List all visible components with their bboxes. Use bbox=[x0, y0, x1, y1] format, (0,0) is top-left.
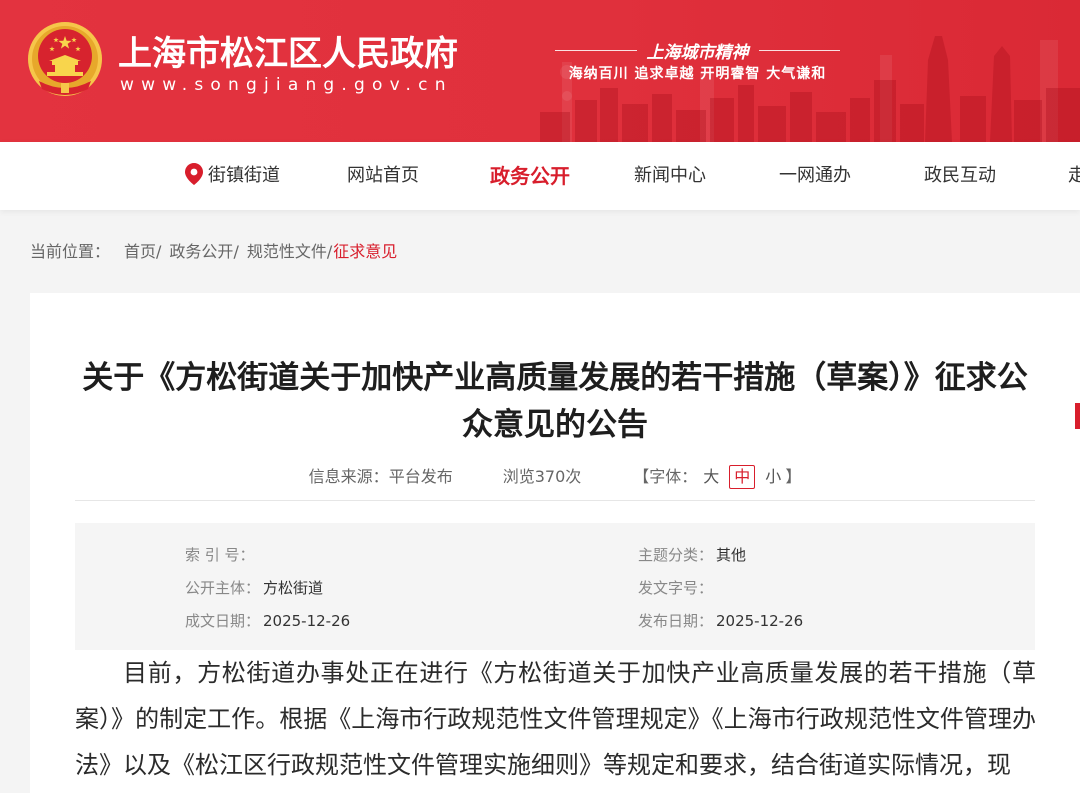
info-value: 方松街道 bbox=[263, 579, 324, 597]
location-pin-icon bbox=[185, 163, 203, 185]
article-title: 关于《方松街道关于加快产业高质量发展的若干措施（草案）》征求公众意见的公告 bbox=[82, 360, 1028, 443]
nav-item-online-services[interactable]: 一网通办 bbox=[779, 142, 851, 210]
info-topic-category: 主题分类： 其他 bbox=[638, 539, 1035, 572]
nav-item-towns-streets[interactable]: 街镇街道 bbox=[185, 142, 280, 210]
info-label: 发布日期： bbox=[638, 612, 714, 630]
city-spirit: 上海城市精神 海纳百川 追求卓越 开明睿智 大气谦和 bbox=[555, 37, 840, 85]
nav-item-label: 街镇街道 bbox=[208, 165, 280, 186]
city-spirit-title: 上海城市精神 bbox=[646, 42, 749, 63]
article-card: 关于《方松街道关于加快产业高质量发展的若干措施（草案）》征求公众意见的公告 信息… bbox=[30, 293, 1080, 793]
nav-item-public-interaction[interactable]: 政民互动 bbox=[924, 142, 996, 210]
article-body-paragraph: 目前，方松街道办事处正在进行《方松街道关于加快产业高质量发展的若干措施（草案）》… bbox=[75, 659, 1036, 779]
nav-item-home[interactable]: 网站首页 bbox=[347, 142, 419, 210]
nav-item-government-affairs[interactable]: 政务公开 bbox=[490, 142, 570, 210]
font-size-small-button[interactable]: 小 bbox=[765, 465, 781, 489]
font-size-switcher: 【字体： 大中小】 bbox=[633, 465, 801, 489]
breadcrumb-separator: / bbox=[233, 242, 239, 261]
article-meta: 信息来源：平台发布 浏览370次 【字体： 大中小】 bbox=[75, 465, 1035, 489]
nav-item-news-center[interactable]: 新闻中心 bbox=[634, 142, 706, 210]
info-label: 索 引 号： bbox=[185, 546, 255, 564]
font-size-label: 【字体： bbox=[633, 467, 698, 486]
font-size-medium-button[interactable]: 中 bbox=[729, 465, 756, 489]
info-value: 2025-12-26 bbox=[263, 612, 351, 630]
info-document-number: 发文字号： bbox=[638, 572, 1035, 605]
info-issuing-body: 公开主体： 方松街道 bbox=[185, 572, 638, 605]
info-index-number: 索 引 号： bbox=[185, 539, 638, 572]
info-label: 公开主体： bbox=[185, 579, 261, 597]
meta-source: 信息来源：平台发布 bbox=[309, 465, 453, 489]
document-info-panel: 索 引 号： 主题分类： 其他 公开主体： 方松街道 发文字号： 成文日期： 2025… bbox=[75, 523, 1035, 650]
decorative-line-right bbox=[758, 49, 840, 51]
decorative-line-left bbox=[555, 49, 637, 51]
city-spirit-slogan: 海纳百川 追求卓越 开明睿智 大气谦和 bbox=[568, 66, 827, 82]
info-value: 2025-12-26 bbox=[716, 612, 804, 630]
breadcrumb-item-home[interactable]: 首页 bbox=[124, 242, 156, 261]
city-spirit-title-row: 上海城市精神 bbox=[555, 37, 840, 63]
font-size-close-bracket: 】 bbox=[785, 467, 802, 486]
info-label: 成文日期： bbox=[185, 612, 261, 630]
main-nav: 街镇街道 网站首页 政务公开 新闻中心 一网通办 政民互动 走 bbox=[0, 142, 1080, 210]
breadcrumb-item-government-affairs[interactable]: 政务公开 bbox=[169, 242, 233, 261]
nav-item-truncated[interactable]: 走 bbox=[1068, 142, 1080, 210]
font-size-large-button[interactable]: 大 bbox=[703, 465, 719, 489]
info-label: 发文字号： bbox=[638, 579, 714, 597]
info-written-date: 成文日期： 2025-12-26 bbox=[185, 605, 638, 638]
meta-divider bbox=[75, 500, 1035, 501]
site-title[interactable]: 上海市松江区人民政府 bbox=[118, 32, 458, 76]
info-value: 其他 bbox=[716, 546, 747, 564]
side-float-tab[interactable] bbox=[1075, 403, 1080, 429]
breadcrumb: 当前位置： 首页/政务公开/规范性文件/征求意见 bbox=[30, 240, 397, 264]
breadcrumb-prefix: 当前位置： bbox=[30, 242, 111, 261]
breadcrumb-item-solicit-opinions[interactable]: 征求意见 bbox=[333, 242, 397, 261]
meta-source-value: 平台发布 bbox=[388, 467, 453, 486]
info-label: 主题分类： bbox=[638, 546, 714, 564]
site-header: 上海市松江区人民政府 www.songjiang.gov.cn 上海城市精神 海… bbox=[0, 0, 1080, 142]
meta-views: 浏览370次 bbox=[502, 467, 582, 486]
meta-source-label: 信息来源： bbox=[308, 467, 389, 486]
info-publish-date: 发布日期： 2025-12-26 bbox=[638, 605, 1035, 638]
page: 上海市松江区人民政府 www.songjiang.gov.cn 上海城市精神 海… bbox=[0, 0, 1080, 793]
breadcrumb-separator: / bbox=[156, 242, 162, 261]
breadcrumb-separator: / bbox=[326, 242, 333, 261]
national-emblem-icon[interactable] bbox=[27, 21, 103, 97]
site-url: www.songjiang.gov.cn bbox=[120, 75, 453, 95]
breadcrumb-item-normative-documents[interactable]: 规范性文件 bbox=[247, 242, 327, 261]
